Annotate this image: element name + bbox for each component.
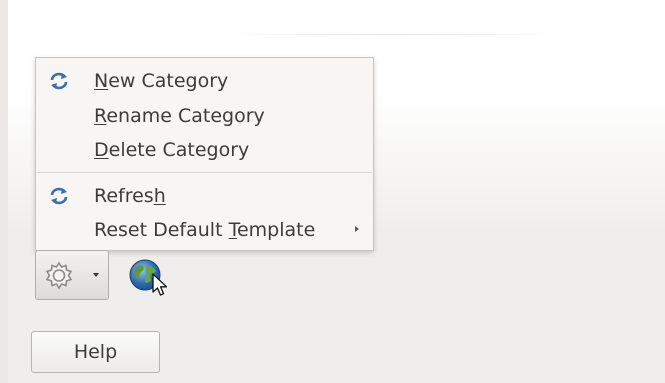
menu-item-rename-category[interactable]: Rename Category (36, 100, 373, 132)
menu-item-label: New Category (94, 70, 229, 92)
menu-separator (37, 172, 372, 173)
menu-item-reset-default-template[interactable]: Reset Default Template (36, 214, 373, 246)
help-button[interactable]: Help (31, 331, 160, 373)
content-divider (218, 34, 568, 35)
menu-item-label: Reset Default Template (94, 219, 316, 241)
menu-item-delete-category[interactable]: Delete Category (36, 134, 373, 166)
submenu-arrow-icon (355, 226, 359, 232)
mouse-cursor-icon (152, 273, 168, 296)
menu-item-refresh[interactable]: Refresh (36, 180, 373, 212)
menu-item-label: Delete Category (94, 139, 250, 161)
menu-item-new-category[interactable]: New Category (36, 65, 373, 97)
settings-menu-button[interactable] (35, 250, 109, 300)
refresh-icon (50, 187, 68, 205)
context-menu: New Category Rename Category Delete Cate… (35, 57, 374, 251)
gear-icon (45, 261, 73, 290)
caret-down-icon (93, 273, 99, 277)
window-left-edge (0, 0, 8, 383)
menu-item-label: Refresh (94, 185, 166, 207)
refresh-icon (50, 72, 68, 90)
menu-item-label: Rename Category (94, 105, 265, 127)
